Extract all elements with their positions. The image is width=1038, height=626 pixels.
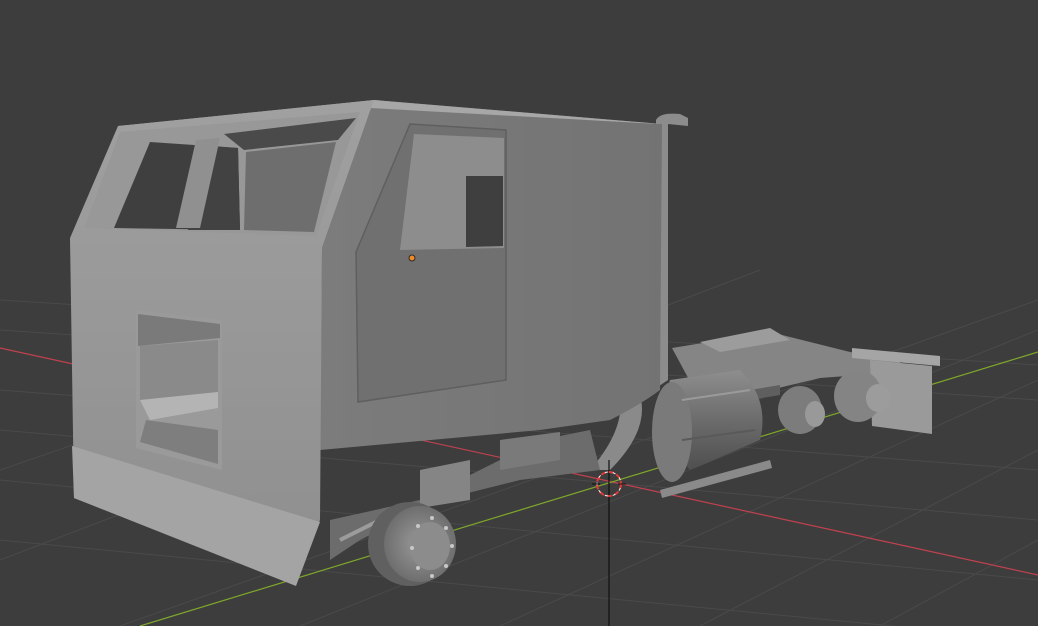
3d-viewport[interactable]: [0, 0, 1038, 626]
viewport-canvas[interactable]: [0, 0, 1038, 626]
door-window-opening: [466, 176, 503, 247]
front-grille[interactable]: [136, 310, 222, 470]
object-origin-icon[interactable]: [408, 254, 416, 262]
front-wheel[interactable]: [368, 502, 456, 586]
